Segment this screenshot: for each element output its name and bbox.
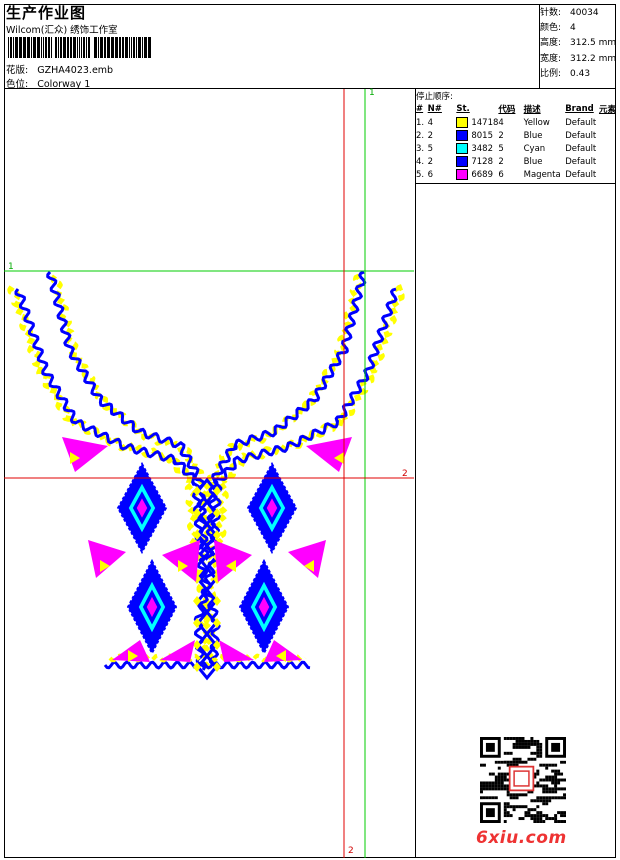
watermark-site: 6xiu.com <box>476 828 567 848</box>
embroidery-design <box>7 270 405 681</box>
qr-code-icon <box>480 737 566 823</box>
guide-label-red-right: 2 <box>402 469 408 479</box>
guide-label-green-top: 1 <box>369 88 375 98</box>
guide-label-red-bottom: 2 <box>348 846 354 856</box>
embroidery-canvas <box>4 89 414 858</box>
guide-label-green-left: 1 <box>8 262 14 272</box>
